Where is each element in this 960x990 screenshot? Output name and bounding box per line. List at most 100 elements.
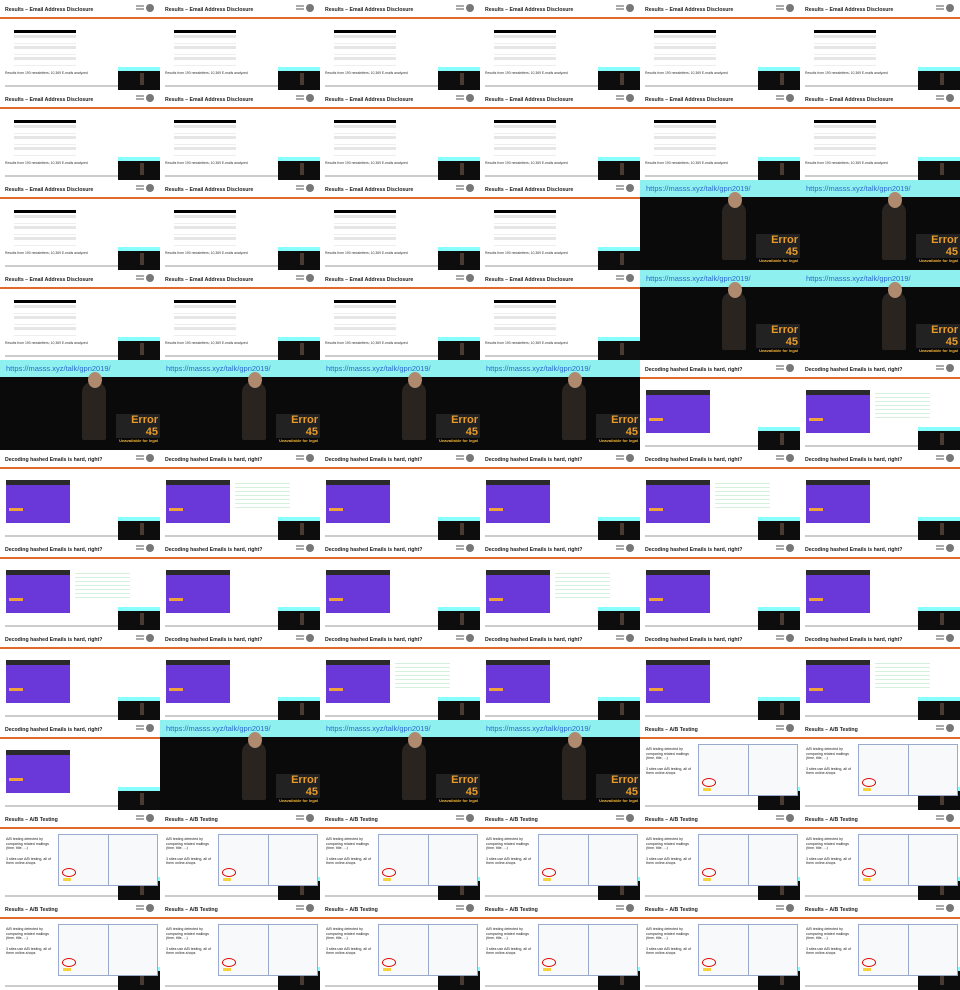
thumbnail-video[interactable]: https://masss.xyz/talk/gpn2019/Error 45 U… — [640, 270, 800, 360]
talk-url: https://masss.xyz/talk/gpn2019/ — [800, 270, 960, 287]
thumbnail-email[interactable]: Results – Email Address Disclosure Result… — [480, 180, 640, 270]
speaker-pip — [758, 157, 800, 180]
thumbnail-video[interactable]: https://masss.xyz/talk/gpn2019/Error 45 U… — [800, 270, 960, 360]
side-text-block — [875, 660, 930, 690]
thumbnail-hash[interactable]: Decoding hashed Emails is hard, right? — [320, 630, 480, 720]
thumbnail-email[interactable]: Results – Email Address Disclosure Result… — [800, 90, 960, 180]
thumbnail-hash[interactable]: Decoding hashed Emails is hard, right? — [0, 720, 160, 810]
thumbnail-video[interactable]: https://masss.xyz/talk/gpn2019/Error 45 U… — [160, 720, 320, 810]
thumbnail-email[interactable]: Results – Email Address Disclosure Result… — [480, 270, 640, 360]
university-logo-text — [456, 185, 464, 187]
thumbnail-hash[interactable]: Decoding hashed Emails is hard, right? — [320, 450, 480, 540]
thumbnail-ab[interactable]: Results – A/B Testing A/B testing detecte… — [800, 810, 960, 900]
results-caption: Results from 190 newsletters; 10,369 E-m… — [5, 71, 88, 75]
thumbnail-video[interactable]: https://masss.xyz/talk/gpn2019/Error 45 U… — [0, 360, 160, 450]
thumbnail-hash[interactable]: Decoding hashed Emails is hard, right? — [480, 450, 640, 540]
thumbnail-email[interactable]: Results – Email Address Disclosure Result… — [480, 90, 640, 180]
orange-rule — [640, 647, 800, 649]
ab-bullets: A/B testing detected by comparing relate… — [646, 927, 694, 956]
thumbnail-ab[interactable]: Results – A/B Testing A/B testing detecte… — [320, 900, 480, 990]
thumbnail-hash[interactable]: Decoding hashed Emails is hard, right? — [800, 630, 960, 720]
thumbnail-email[interactable]: Results – Email Address Disclosure Result… — [0, 90, 160, 180]
orange-rule — [640, 827, 800, 829]
thumbnail-hash[interactable]: Decoding hashed Emails is hard, right? — [160, 630, 320, 720]
thumbnail-hash[interactable]: Decoding hashed Emails is hard, right? — [800, 540, 960, 630]
university-logo-icon — [306, 634, 314, 642]
thumbnail-video[interactable]: https://masss.xyz/talk/gpn2019/Error 45 U… — [800, 180, 960, 270]
thumbnail-ab[interactable]: Results – A/B Testing A/B testing detecte… — [160, 810, 320, 900]
ab-bullet-2: 3 sites use A/B testing, all of them onl… — [806, 856, 851, 866]
thumbnail-email[interactable]: Results – Email Address Disclosure Result… — [480, 0, 640, 90]
thumbnail-email[interactable]: Results – Email Address Disclosure Result… — [320, 180, 480, 270]
results-table — [654, 120, 716, 156]
thumbnail-email[interactable]: Results – Email Address Disclosure Result… — [320, 0, 480, 90]
speaker — [882, 202, 906, 260]
thumbnail-ab[interactable]: Results – A/B Testing A/B testing detecte… — [160, 900, 320, 990]
thumbnail-hash[interactable]: Decoding hashed Emails is hard, right? — [640, 360, 800, 450]
thumbnail-hash[interactable]: Decoding hashed Emails is hard, right? — [480, 540, 640, 630]
university-logo-text — [456, 635, 464, 637]
thumbnail-email[interactable]: Results – Email Address Disclosure Result… — [160, 0, 320, 90]
speaker-pip — [598, 607, 640, 630]
table-row — [174, 215, 236, 218]
thumbnail-hash[interactable]: Decoding hashed Emails is hard, right? — [0, 450, 160, 540]
thumbnail-email[interactable]: Results – Email Address Disclosure Result… — [640, 0, 800, 90]
orange-rule — [800, 377, 960, 379]
thumbnail-hash[interactable]: Decoding hashed Emails is hard, right? — [640, 630, 800, 720]
orange-rule — [320, 467, 480, 469]
thumbnail-email[interactable]: Results – Email Address Disclosure Result… — [320, 90, 480, 180]
thumbnail-hash[interactable]: Decoding hashed Emails is hard, right? — [320, 540, 480, 630]
results-caption: Results from 190 newsletters; 10,369 E-m… — [485, 251, 568, 255]
thumbnail-hash[interactable]: Decoding hashed Emails is hard, right? — [800, 450, 960, 540]
thumbnail-email[interactable]: Results – Email Address Disclosure Result… — [800, 0, 960, 90]
thumbnail-video[interactable]: https://masss.xyz/talk/gpn2019/Error 45 U… — [640, 180, 800, 270]
thumbnail-ab[interactable]: Results – A/B Testing A/B testing detecte… — [320, 810, 480, 900]
thumbnail-ab[interactable]: Results – A/B Testing A/B testing detecte… — [480, 810, 640, 900]
thumbnail-ab[interactable]: Results – A/B Testing A/B testing detecte… — [480, 900, 640, 990]
thumbnail-ab[interactable]: Results – A/B Testing A/B testing detecte… — [800, 900, 960, 990]
thumbnail-email[interactable]: Results – Email Address Disclosure Result… — [160, 90, 320, 180]
orange-rule — [0, 467, 160, 469]
university-logo-icon — [466, 184, 474, 192]
thumbnail-video[interactable]: https://masss.xyz/talk/gpn2019/Error 45 U… — [480, 360, 640, 450]
thumbnail-email[interactable]: Results – Email Address Disclosure Result… — [0, 270, 160, 360]
speaker-pip — [598, 517, 640, 540]
speaker-pip — [918, 427, 960, 450]
thumbnail-video[interactable]: https://masss.xyz/talk/gpn2019/Error 45 U… — [320, 360, 480, 450]
error-screen: Error 45 Unavailable for legal — [596, 774, 640, 803]
thumbnail-hash[interactable]: Decoding hashed Emails is hard, right? — [640, 540, 800, 630]
thumbnail-video[interactable]: https://masss.xyz/talk/gpn2019/Error 45 U… — [480, 720, 640, 810]
thumbnail-hash[interactable]: Decoding hashed Emails is hard, right? — [640, 450, 800, 540]
thumbnail-ab[interactable]: Results – A/B Testing A/B testing detecte… — [640, 720, 800, 810]
thumbnail-email[interactable]: Results – Email Address Disclosure Result… — [160, 180, 320, 270]
thumbnail-email[interactable]: Results – Email Address Disclosure Result… — [640, 90, 800, 180]
speaker-head — [88, 372, 102, 388]
table-header — [174, 120, 236, 123]
hash-decoder-screenshot — [326, 480, 390, 523]
slide-title: Results – A/B Testing — [485, 817, 538, 823]
thumbnail-ab[interactable]: Results – A/B Testing A/B testing detecte… — [640, 810, 800, 900]
thumbnail-ab[interactable]: Results – A/B Testing A/B testing detecte… — [0, 900, 160, 990]
slide-title: Results – Email Address Disclosure — [165, 7, 254, 13]
thumbnail-hash[interactable]: Decoding hashed Emails is hard, right? — [800, 360, 960, 450]
error-screen: Error 45 Unavailable for legal — [436, 774, 480, 803]
thumbnail-email[interactable]: Results – Email Address Disclosure Result… — [320, 270, 480, 360]
thumbnail-hash[interactable]: Decoding hashed Emails is hard, right? — [480, 630, 640, 720]
thumbnail-email[interactable]: Results – Email Address Disclosure Result… — [0, 0, 160, 90]
thumbnail-ab[interactable]: Results – A/B Testing A/B testing detecte… — [0, 810, 160, 900]
ab-bullets: A/B testing detected by comparing relate… — [326, 927, 374, 956]
thumbnail-hash[interactable]: Decoding hashed Emails is hard, right? — [160, 450, 320, 540]
thumbnail-ab[interactable]: Results – A/B Testing A/B testing detecte… — [640, 900, 800, 990]
thumbnail-hash[interactable]: Decoding hashed Emails is hard, right? — [0, 540, 160, 630]
thumbnail-ab[interactable]: Results – A/B Testing A/B testing detecte… — [800, 720, 960, 810]
thumbnail-video[interactable]: https://masss.xyz/talk/gpn2019/Error 45 U… — [320, 720, 480, 810]
thumbnail-email[interactable]: Results – Email Address Disclosure Result… — [160, 270, 320, 360]
table-row — [14, 321, 76, 325]
table-row — [14, 215, 76, 218]
thumbnail-email[interactable]: Results – Email Address Disclosure Result… — [0, 180, 160, 270]
error-screen: Error 45 Unavailable for legal — [436, 414, 480, 443]
thumbnail-video[interactable]: https://masss.xyz/talk/gpn2019/Error 45 U… — [160, 360, 320, 450]
thumbnail-hash[interactable]: Decoding hashed Emails is hard, right? — [160, 540, 320, 630]
results-table — [814, 30, 876, 66]
thumbnail-hash[interactable]: Decoding hashed Emails is hard, right? — [0, 630, 160, 720]
